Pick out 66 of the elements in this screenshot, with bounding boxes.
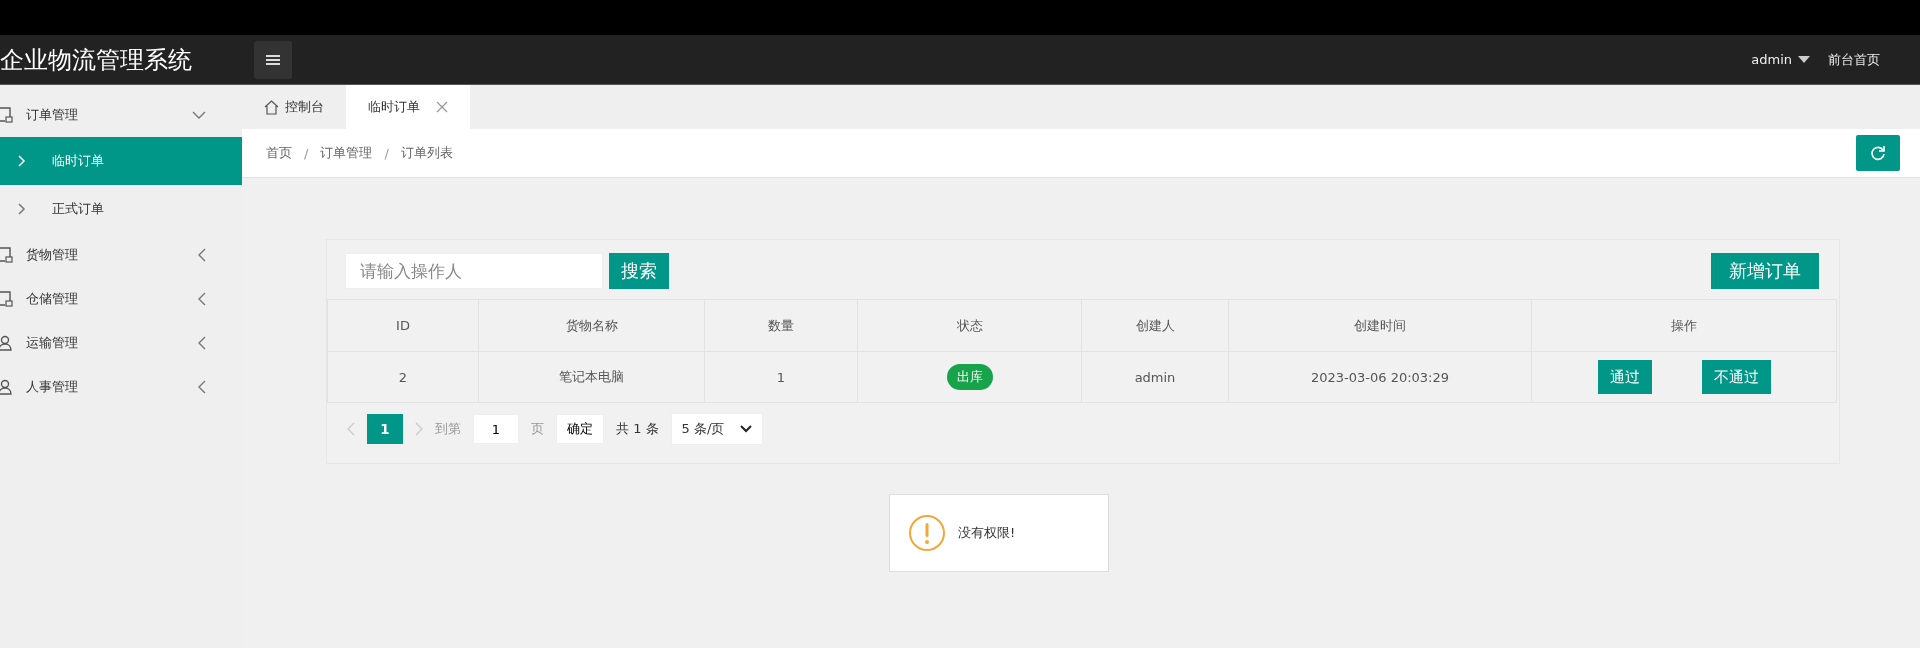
chevron-down-icon [740,425,753,433]
message-text: 没有权限! [958,524,1016,542]
sidebar-item[interactable]: 运输管理 [0,321,242,365]
caret-icon [1798,55,1810,64]
document-icon [0,107,14,123]
warning-icon [908,514,946,552]
chevron-right-icon [18,203,26,215]
search-field[interactable]: 请输入操作人 [345,253,603,289]
chevron-left-icon [197,292,206,306]
column-header: 数量 [704,299,858,352]
status-badge: 出库 [946,364,993,390]
tab[interactable]: 控制台 [242,85,346,129]
menu-icon [266,53,280,66]
refresh-button[interactable] [1856,135,1900,171]
search-button[interactable]: 搜索 [609,253,669,289]
breadcrumb-link[interactable]: 订单列表 [400,144,453,162]
sidebar-subitem[interactable]: 临时订单 [0,137,242,185]
document-icon [0,291,14,307]
chevron-left-icon [197,380,206,394]
sidebar-item[interactable]: 人事管理 [0,365,242,409]
refresh-icon [1870,145,1886,161]
menu-button[interactable] [254,40,292,79]
table-cell: admin [1081,351,1229,403]
sidebar-item[interactable]: 订单管理 [0,93,242,137]
action-button[interactable]: 不通过 [1701,360,1771,394]
tab[interactable]: 临时订单 [346,85,470,129]
total-count: 共 1 条 [616,420,659,438]
page-size-select[interactable]: 5 条/页 [670,413,764,445]
table-cell: 笔记本电脑 [478,351,705,403]
page-input[interactable]: 1 [473,414,519,444]
chevron-left-icon [197,248,206,262]
column-header: ID [327,299,479,352]
breadcrumb-separator: / [304,145,309,161]
next-page-icon[interactable] [415,422,423,436]
breadcrumb-separator: / [384,145,389,161]
page-button[interactable]: 1 [367,414,403,444]
goto-label: 到第 [435,420,461,438]
chevron-down-icon [192,110,206,120]
column-header: 操作 [1531,299,1837,352]
prev-page-icon[interactable] [347,422,355,436]
person-icon [0,379,14,395]
page-unit: 页 [531,420,544,438]
breadcrumb-link[interactable]: 订单管理 [320,144,373,162]
column-header: 创建时间 [1228,299,1532,352]
column-header: 创建人 [1081,299,1229,352]
confirm-button[interactable]: 确定 [556,414,604,444]
app-title: 企业物流管理系统 [0,44,193,76]
table-cell: 1 [704,351,858,403]
close-icon[interactable] [436,101,448,113]
home-icon [264,99,279,115]
person-icon [0,335,14,351]
action-button[interactable]: 通过 [1597,360,1652,394]
sidebar-subitem[interactable]: 正式订单 [0,185,242,233]
sidebar-item[interactable]: 仓储管理 [0,277,242,321]
table-cell: 2 [327,351,479,403]
column-header: 状态 [857,299,1082,352]
user-menu[interactable]: admin [1751,52,1792,67]
add-order-button[interactable]: 新增订单 [1711,253,1819,289]
document-icon [0,247,14,263]
home-link[interactable]: 前台首页 [1828,50,1880,69]
breadcrumb-link[interactable]: 首页 [266,144,292,162]
table-cell: 2023-03-06 20:03:29 [1228,351,1532,403]
sidebar-item[interactable]: 货物管理 [0,233,242,277]
chevron-right-icon [18,155,26,167]
column-header: 货物名称 [478,299,705,352]
chevron-left-icon [197,336,206,350]
